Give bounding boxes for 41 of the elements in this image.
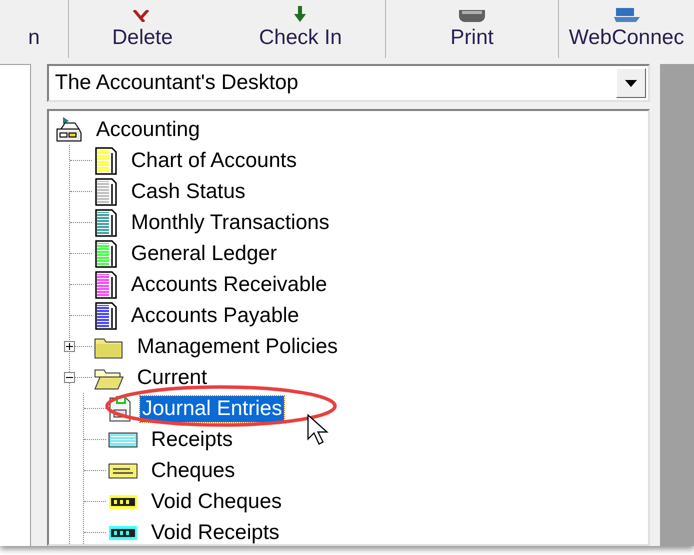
arrow-icon (293, 6, 308, 22)
ledger-icon (94, 208, 118, 236)
tree-item[interactable]: Accounting (94, 116, 202, 142)
toolbar-button[interactable]: Check In (255, 0, 346, 58)
void-stamp-icon (108, 524, 138, 540)
tree-item[interactable]: Accounts Receivable (129, 272, 330, 298)
desk-tray-icon (55, 116, 83, 142)
minus-icon (66, 374, 73, 381)
void-stamp-icon (108, 494, 138, 510)
toolbar-button[interactable]: WebConnec (564, 0, 688, 58)
tree-item[interactable]: General Ledger (129, 240, 279, 266)
toolbar-button[interactable]: Print (446, 0, 498, 58)
tree-item[interactable]: Void Receipts (149, 520, 282, 544)
tree-item[interactable]: Accounts Payable (129, 302, 302, 328)
caret-icon (625, 80, 637, 86)
tree-item[interactable]: Void Cheques (149, 488, 284, 514)
printer-icon (457, 10, 487, 22)
plus-icon (66, 343, 73, 350)
tree-item[interactable]: Management Policies (135, 334, 340, 360)
tree-item[interactable]: Receipts (149, 426, 235, 452)
ledger-icon (94, 270, 118, 298)
tree-item[interactable]: Cheques (149, 458, 238, 484)
tree-item[interactable]: Current (135, 364, 210, 390)
computer-icon (612, 8, 642, 22)
tree-item[interactable]: Journal Entries (140, 396, 284, 422)
collapse-toggle[interactable] (64, 372, 75, 383)
receipt-icon (108, 432, 138, 448)
mouse-cursor-icon (307, 414, 329, 446)
cheque-icon (108, 462, 138, 478)
tree-item[interactable]: Cash Status (129, 178, 248, 204)
ledger-icon (94, 302, 118, 330)
ledger-icon (94, 146, 118, 174)
ledger-icon (94, 240, 118, 268)
toolbar-button[interactable]: n (24, 0, 44, 58)
tree-item[interactable]: Chart of Accounts (129, 148, 299, 174)
tree-item[interactable]: Monthly Transactions (129, 210, 332, 236)
dropdown-button[interactable] (616, 68, 646, 98)
toolbar-button[interactable]: Delete (108, 0, 177, 58)
expand-toggle[interactable] (64, 341, 75, 352)
view-dropdown[interactable]: The Accountant's Desktop (47, 64, 650, 102)
ledger-icon (94, 178, 118, 206)
